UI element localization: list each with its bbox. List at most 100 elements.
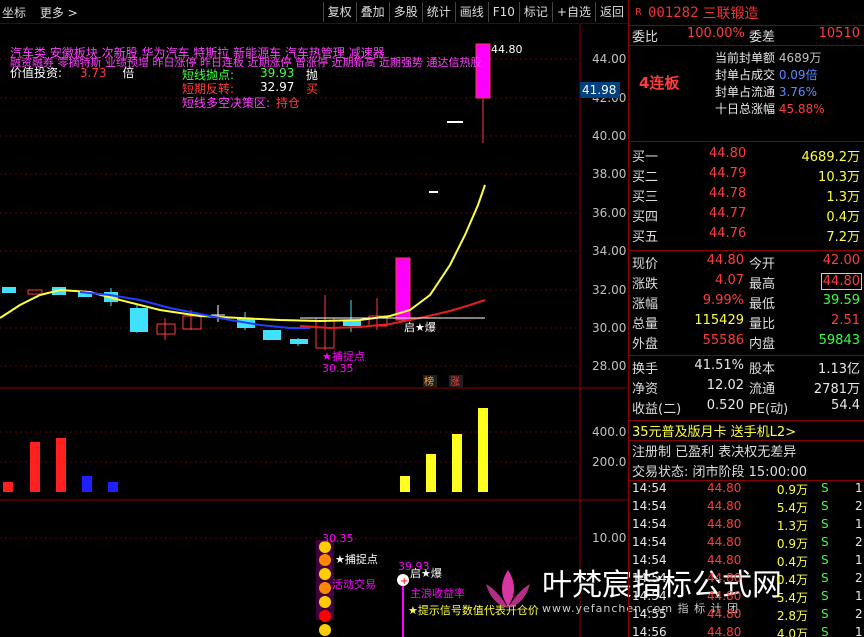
fund-label: 流通 [749, 382, 776, 397]
quote-label: 总量 [632, 317, 659, 332]
overlay-button[interactable]: 叠加 [355, 2, 389, 22]
bid-row[interactable]: 买四 44.77 0.4万 [629, 206, 864, 226]
tick-price: 44.80 [707, 553, 742, 567]
fundamentals: 换手 41.51% 股本 1.13亿 净资 12.02 流通 2781万 收益(二) 0.52… [629, 356, 864, 421]
indicator-capture-label: ★捕捉点 [335, 552, 378, 566]
ma-red-line [299, 299, 486, 330]
quote-row: 现价 44.80 今开 42.00 [629, 253, 864, 273]
promo-link[interactable]: 35元普及版月卡 送手机L2> [632, 421, 796, 440]
capture-point-label: ★捕捉点 [322, 349, 365, 363]
price-axis: 44.00 42.00 40.00 38.00 36.00 34.00 32.0… [592, 52, 626, 545]
quote-row: 总量 115429 量比 2.51 [629, 313, 864, 333]
seal-label: 当前封单额 [715, 51, 776, 65]
quote-label: 今开 [749, 257, 776, 272]
indicator-launch-label: 启★爆 [410, 566, 442, 580]
top-price-label: 44.80 [491, 43, 523, 56]
bid-volume: 10.3万 [818, 170, 860, 185]
weibi-row: 委比 100.00% 委差 10510 [629, 26, 864, 46]
quote-row: 外盘 55586 内盘 59843 [629, 333, 864, 353]
tick-count: 1 [855, 481, 863, 495]
fund-value: 1.13亿 [818, 362, 860, 377]
indicator-active-label: 活动交易 [332, 577, 376, 591]
multi-stock-button[interactable]: 多股 [388, 2, 422, 22]
short-sell-value: 39.93 [260, 66, 295, 80]
tick-price: 44.80 [707, 517, 742, 531]
promo-row[interactable]: 35元普及版月卡 送手机L2> [629, 421, 864, 441]
bid-label: 买一 [632, 150, 659, 165]
bid-volume: 1.3万 [826, 190, 860, 205]
quote-value: 44.80 [820, 273, 862, 290]
quote-label: 外盘 [632, 337, 659, 352]
tick-list[interactable]: 14:54 44.80 0.9万 S 1 14:54 44.80 5.4万 S 2 14:54 4… [629, 481, 864, 637]
fund-label: 换手 [632, 362, 659, 377]
bid-label: 买三 [632, 190, 659, 205]
bid-price: 44.78 [709, 186, 747, 201]
back-button[interactable]: 返回 [594, 2, 628, 22]
tick-price: 44.80 [707, 535, 742, 549]
fund-value: 54.4 [831, 398, 860, 413]
reversal-value: 32.97 [260, 80, 295, 94]
fuquan-button[interactable]: 复权 [322, 2, 356, 22]
tick-volume: 4.0万 [776, 627, 808, 637]
main-wave-label: 主浪收益率 [410, 586, 465, 600]
quote-stats: 现价 44.80 今开 42.00 涨跌 4.07 最高 44.80 涨幅 9.99% 最低 39… [629, 251, 864, 356]
bid-price: 44.80 [709, 146, 747, 161]
tick-volume: 5.4万 [776, 501, 808, 515]
tick-price: 44.80 [707, 571, 742, 585]
tick-row: 14:54 44.80 5.4万 S 1 [629, 589, 864, 607]
tick-row: 14:54 44.80 0.4万 S 2 [629, 571, 864, 589]
quote-value: 2.51 [831, 313, 860, 328]
bid-row[interactable]: 买五 44.76 7.2万 [629, 226, 864, 246]
mark-button[interactable]: 标记 [518, 2, 552, 22]
toolbar-buttons: 复权 叠加 多股 统计 画线 F10 标记 +自选 返回 [322, 2, 628, 22]
tick-time: 14:54 [632, 481, 667, 495]
price-tick: 38.00 [592, 167, 626, 181]
more-menu[interactable]: 更多 > [40, 6, 78, 20]
kline-chart-area[interactable]: 44.00 42.00 40.00 38.00 36.00 34.00 32.0… [0, 24, 628, 637]
quote-label: 涨幅 [632, 297, 659, 312]
tick-side: S [821, 589, 829, 603]
tick-time: 14:54 [632, 553, 667, 567]
tick-volume: 0.9万 [776, 537, 808, 551]
tick-side: S [821, 499, 829, 513]
tick-side: S [821, 571, 829, 585]
bid-label: 买二 [632, 170, 659, 185]
quote-row: 涨跌 4.07 最高 44.80 [629, 273, 864, 293]
tick-time: 14:55 [632, 607, 667, 621]
fund-value: 2781万 [813, 382, 860, 397]
seal-row: 十日总涨幅 45.88% [715, 101, 825, 118]
quote-value: 59843 [818, 333, 860, 348]
bid-row[interactable]: 买二 44.79 10.3万 [629, 166, 864, 186]
volume-tick: 200.0 [592, 455, 626, 469]
quote-label: 现价 [632, 257, 659, 272]
stock-name[interactable]: 三联锻造 [703, 3, 759, 23]
tick-side: S [821, 607, 829, 621]
registration-row: 注册制 已盈利 表决权无差异 [629, 441, 864, 461]
coord-menu[interactable]: 坐标 [2, 6, 26, 20]
add-watchlist-button[interactable]: +自选 [551, 2, 595, 22]
indicator-tick: 10.00 [592, 531, 626, 545]
tick-time: 14:54 [632, 499, 667, 513]
bid-price: 44.77 [709, 206, 747, 221]
price-tick: 30.00 [592, 321, 626, 335]
quote-value: 39.59 [822, 293, 860, 308]
seal-value: 0.09倍 [778, 68, 818, 82]
stock-code[interactable]: 001282 [648, 5, 699, 21]
quote-value: 4.07 [715, 273, 744, 288]
tick-side: S [821, 517, 829, 531]
f10-button[interactable]: F10 [487, 2, 519, 22]
status-row: 交易状态: 闭市阶段 15:00:00 [629, 461, 864, 481]
capture-point-value: 30.35 [322, 362, 354, 375]
quote-value: 55586 [702, 333, 744, 348]
draw-line-button[interactable]: 画线 [454, 2, 488, 22]
fund-value: 0.520 [706, 398, 744, 413]
stats-button[interactable]: 统计 [421, 2, 455, 22]
tick-side: S [821, 625, 829, 637]
fund-row: 收益(二) 0.520 PE(动) 54.4 [629, 398, 864, 418]
bid-row[interactable]: 买一 44.80 4689.2万 [629, 146, 864, 166]
bid-price: 44.79 [709, 166, 747, 181]
bid-row[interactable]: 买三 44.78 1.3万 [629, 186, 864, 206]
quote-value: 115429 [694, 313, 744, 328]
seal-row: 封单占流通 3.76% [715, 84, 825, 101]
tick-row: 14:54 44.80 0.9万 S 2 [629, 535, 864, 553]
